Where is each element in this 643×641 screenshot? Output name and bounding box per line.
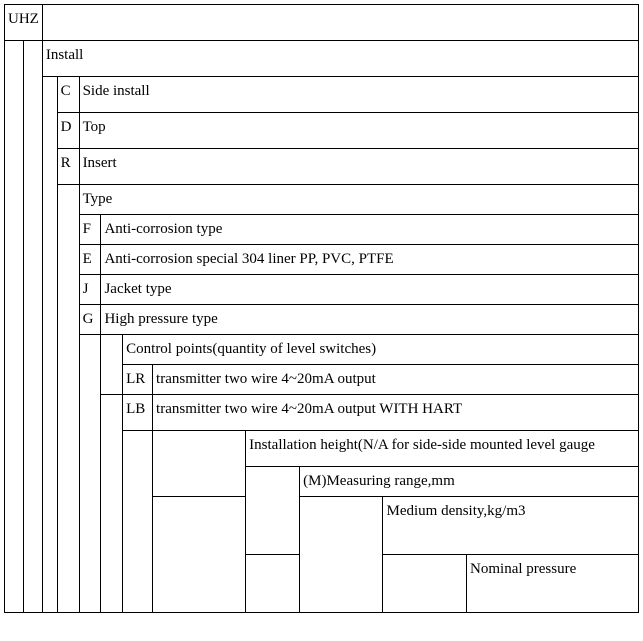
control-label-1: transmitter two wire 4~20mA output WITH … (153, 395, 639, 431)
type-code-0: F (79, 215, 101, 245)
install-code-2: R (57, 149, 79, 185)
param-nominal-pressure: Nominal pressure (467, 555, 639, 613)
install-label-2: Insert (79, 149, 638, 185)
param-installation-height: Installation height(N/A for side-side mo… (246, 431, 639, 467)
type-code-3: G (79, 305, 101, 335)
install-label-0: Side install (79, 77, 638, 113)
type-code-2: J (79, 275, 101, 305)
param-medium-density: Medium density,kg/m3 (383, 497, 639, 555)
control-code-0: LR (123, 365, 153, 395)
type-header: Type (79, 185, 638, 215)
type-label-2: Jacket type (101, 275, 639, 305)
type-label-1: Anti-corrosion special 304 liner PP, PVC… (101, 245, 639, 275)
spec-table: UHZ Install C Side install D Top R Inser… (4, 4, 639, 613)
param-measuring-range: (M)Measuring range,mm (300, 467, 639, 497)
install-code-1: D (57, 113, 79, 149)
control-label-0: transmitter two wire 4~20mA output (153, 365, 639, 395)
control-header: Control points(quantity of level switche… (123, 335, 639, 365)
control-code-1: LB (123, 395, 153, 431)
install-label-1: Top (79, 113, 638, 149)
type-code-1: E (79, 245, 101, 275)
install-code-0: C (57, 77, 79, 113)
install-header: Install (42, 41, 638, 77)
type-label-3: High pressure type (101, 305, 639, 335)
type-label-0: Anti-corrosion type (101, 215, 639, 245)
root-code: UHZ (5, 5, 43, 41)
